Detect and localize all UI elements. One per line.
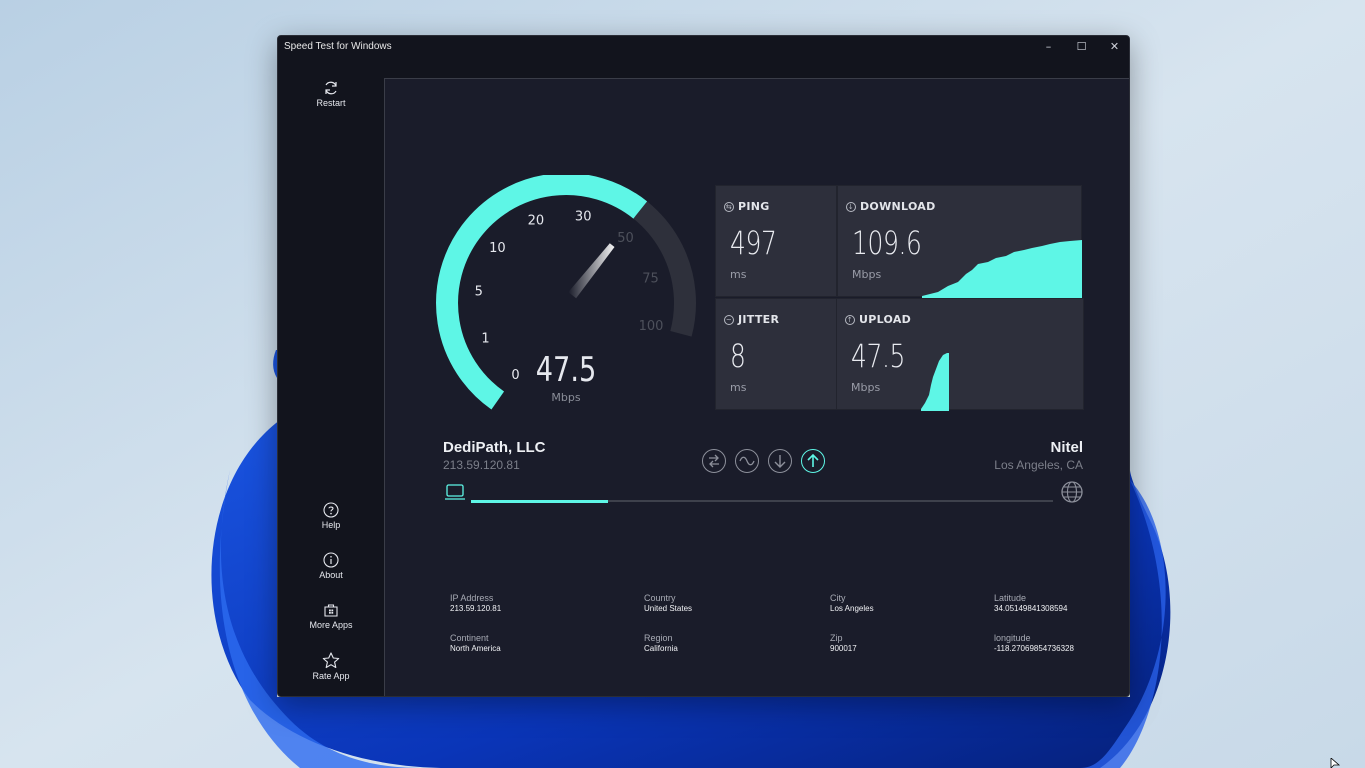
upload-label: UPLOAD	[859, 313, 912, 326]
gauge-tick-label: 100	[639, 319, 664, 334]
server-location: Los Angeles, CA	[994, 458, 1083, 472]
laptop-icon	[445, 484, 465, 500]
ping-tile: ⇆ PING 497 ms	[715, 185, 837, 297]
jitter-icon: ~	[724, 314, 734, 325]
jitter-value: 8	[730, 337, 746, 375]
country-label: Country	[644, 593, 676, 603]
country-value: United States	[644, 604, 693, 613]
longitude-value: -118.27069854736328	[994, 644, 1074, 653]
gauge-tick-label: 10	[489, 241, 506, 256]
gauge-tick-label: 1	[481, 331, 489, 346]
jitter-phase-icon	[735, 449, 759, 473]
zip-label: Zip	[830, 633, 843, 643]
gauge-tick-label: 5	[475, 285, 483, 300]
main-content: 0 1 5 10 20 30 50 75 100 47.5 Mbps ⇆ PING 497 ms…	[384, 78, 1129, 696]
ping-icon: ⇆	[724, 201, 734, 212]
server-name: Nitel	[1050, 439, 1083, 456]
upload-icon: ↑	[845, 314, 855, 325]
ip-address-label: IP Address	[450, 593, 494, 603]
maximize-button[interactable]: ☐	[1065, 36, 1098, 58]
jitter-tile: ~ JITTER 8 ms	[715, 298, 837, 410]
continent-cell: Continent North America	[450, 633, 501, 653]
help-button[interactable]: Help	[278, 502, 384, 546]
window-title: Speed Test for Windows	[284, 41, 392, 52]
progress-track	[471, 500, 1053, 503]
longitude-label: longitude	[994, 633, 1031, 643]
region-label: Region	[644, 633, 673, 643]
gauge-value: 47.5	[536, 350, 597, 390]
gauge-needle	[568, 243, 615, 299]
gauge-tick-label: 50	[617, 231, 634, 246]
info-icon	[323, 552, 339, 568]
more-apps-label: More Apps	[309, 620, 353, 630]
progress-fill	[471, 500, 608, 503]
upload-tile: ↑ UPLOAD 47.5 Mbps	[836, 298, 1084, 411]
country-cell: Country United States	[644, 593, 692, 613]
latitude-value: 34.05149841308594	[994, 604, 1068, 613]
globe-icon	[1061, 481, 1083, 503]
gauge-tick-label: 30	[575, 210, 592, 225]
help-icon	[323, 502, 339, 518]
ping-value: 497	[730, 224, 777, 262]
continent-label: Continent	[450, 633, 489, 643]
rate-app-label: Rate App	[312, 671, 350, 681]
client-info: DediPath, LLC 213.59.120.81	[443, 439, 546, 472]
isp-name: DediPath, LLC	[443, 439, 546, 456]
city-cell: City Los Angeles	[830, 593, 874, 613]
rate-app-button[interactable]: Rate App	[278, 652, 384, 696]
download-phase-icon	[768, 449, 792, 473]
close-button[interactable]: ✕	[1098, 36, 1129, 58]
continent-value: North America	[450, 644, 501, 653]
app-window: Speed Test for Windows – ☐ ✕ Restart Hel…	[277, 35, 1130, 697]
gauge-tick-label: 75	[642, 271, 659, 286]
latitude-label: Latitude	[994, 593, 1027, 603]
longitude-cell: longitude -118.27069854736328	[994, 633, 1074, 653]
more-apps-button[interactable]: More Apps	[278, 602, 384, 646]
gauge-tick-label: 20	[528, 213, 545, 228]
gauge-unit: Mbps	[551, 391, 580, 404]
star-icon	[322, 652, 340, 669]
zip-cell: Zip 900017	[830, 633, 857, 653]
jitter-unit: ms	[730, 381, 747, 394]
upload-value: 47.5	[851, 337, 906, 375]
restart-label: Restart	[316, 98, 346, 108]
refresh-icon	[325, 81, 337, 95]
upload-unit: Mbps	[851, 381, 881, 394]
ping-phase-icon	[702, 449, 726, 473]
restart-button[interactable]: Restart	[278, 80, 384, 124]
download-header: ↓ DOWNLOAD	[846, 200, 936, 213]
download-value: 109.6	[852, 224, 922, 262]
mouse-cursor	[1330, 758, 1341, 768]
region-cell: Region California	[644, 633, 678, 653]
title-bar[interactable]: Speed Test for Windows – ☐ ✕	[278, 36, 1129, 58]
client-ip: 213.59.120.81	[443, 458, 520, 472]
download-label: DOWNLOAD	[860, 200, 936, 213]
download-unit: Mbps	[852, 268, 882, 281]
minimize-button[interactable]: –	[1032, 36, 1065, 58]
upload-header: ↑ UPLOAD	[845, 313, 911, 326]
zip-value: 900017	[830, 644, 857, 653]
ping-unit: ms	[730, 268, 747, 281]
download-tile: ↓ DOWNLOAD 109.6 Mbps	[837, 185, 1082, 298]
upload-phase-icon	[801, 449, 825, 473]
city-value: Los Angeles	[830, 604, 874, 613]
speed-gauge: 0 1 5 10 20 30 50 75 100 47.5 Mbps	[436, 175, 696, 410]
city-label: City	[830, 593, 846, 603]
jitter-label: JITTER	[738, 313, 780, 326]
server-info: Nitel Los Angeles, CA	[994, 439, 1083, 472]
gauge-tick-label: 0	[511, 368, 519, 383]
help-label: Help	[321, 520, 341, 530]
about-button[interactable]: About	[278, 552, 384, 596]
sidebar: Restart Help About More Apps Rate App	[278, 58, 384, 696]
about-label: About	[319, 570, 343, 580]
ip-address-value: 213.59.120.81	[450, 604, 502, 613]
ip-address-cell: IP Address 213.59.120.81	[450, 593, 501, 613]
latitude-cell: Latitude 34.05149841308594	[994, 593, 1067, 613]
store-icon	[324, 604, 338, 617]
ping-label: PING	[738, 200, 770, 213]
region-value: California	[644, 644, 678, 653]
jitter-header: ~ JITTER	[724, 313, 779, 326]
ping-header: ⇆ PING	[724, 200, 770, 213]
download-icon: ↓	[846, 201, 856, 212]
